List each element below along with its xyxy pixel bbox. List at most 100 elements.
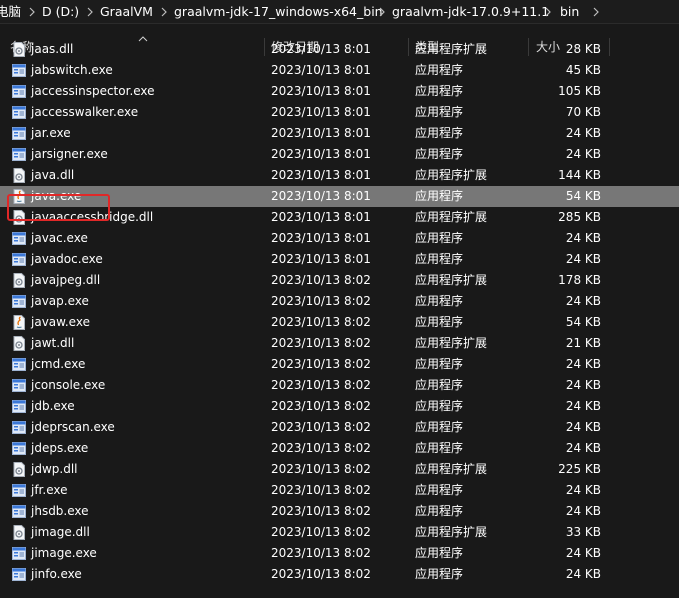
exe-file-icon (12, 504, 26, 519)
file-name[interactable]: javajpeg.dll (31, 270, 100, 291)
file-row[interactable]: javac.exe 2023/10/13 8:01 应用程序 24 KB (0, 228, 679, 249)
file-name[interactable]: jdeprscan.exe (31, 417, 115, 438)
file-size: 21 KB (565, 336, 601, 350)
file-row[interactable]: jcmd.exe 2023/10/13 8:02 应用程序 24 KB (0, 354, 679, 375)
chevron-right-icon[interactable] (542, 5, 554, 19)
file-name[interactable]: jawt.dll (31, 333, 74, 354)
file-type: 应用程序 (415, 189, 464, 203)
file-size: 105 KB (558, 84, 601, 98)
breadcrumb-item[interactable]: graalvm-jdk-17_windows-x64_bin (174, 3, 383, 21)
file-row[interactable]: jhsdb.exe 2023/10/13 8:02 应用程序 24 KB (0, 501, 679, 522)
file-name[interactable]: jaccesswalker.exe (31, 102, 138, 123)
file-modified: 2023/10/13 8:02 (271, 357, 371, 371)
file-name[interactable]: javaw.exe (31, 312, 90, 333)
chevron-right-icon[interactable] (84, 5, 96, 19)
highlight-box (7, 194, 110, 221)
file-row[interactable]: javap.exe 2023/10/13 8:02 应用程序 24 KB (0, 291, 679, 312)
file-row[interactable]: jimage.dll 2023/10/13 8:02 应用程序扩展 33 KB (0, 522, 679, 543)
file-row[interactable]: javadoc.exe 2023/10/13 8:01 应用程序 24 KB (0, 249, 679, 270)
file-name[interactable]: javac.exe (31, 228, 88, 249)
file-type: 应用程序 (415, 420, 464, 434)
file-row[interactable]: jaas.dll 2023/10/13 8:01 应用程序扩展 28 KB (0, 39, 679, 60)
file-modified: 2023/10/13 8:02 (271, 294, 371, 308)
file-row[interactable]: jfr.exe 2023/10/13 8:02 应用程序 24 KB (0, 480, 679, 501)
file-size: 33 KB (565, 525, 601, 539)
file-type: 应用程序扩展 (415, 168, 488, 182)
chevron-right-icon[interactable] (158, 5, 170, 19)
chevron-right-icon[interactable] (26, 5, 38, 19)
dll-file-icon (12, 168, 26, 183)
breadcrumb-item[interactable]: graalvm-jdk-17.0.9+11.1 (392, 3, 549, 21)
file-row[interactable]: jarsigner.exe 2023/10/13 8:01 应用程序 24 KB (0, 144, 679, 165)
file-row[interactable]: jdeprscan.exe 2023/10/13 8:02 应用程序 24 KB (0, 417, 679, 438)
file-name[interactable]: jarsigner.exe (31, 144, 108, 165)
file-type: 应用程序 (415, 483, 464, 497)
file-size: 24 KB (565, 357, 601, 371)
file-row[interactable]: javaw.exe 2023/10/13 8:02 应用程序 54 KB (0, 312, 679, 333)
breadcrumb-item[interactable]: GraalVM (100, 3, 153, 21)
file-type: 应用程序 (415, 147, 464, 161)
file-row[interactable]: jaccessinspector.exe 2023/10/13 8:01 应用程序 1… (0, 81, 679, 102)
file-row[interactable]: jawt.dll 2023/10/13 8:02 应用程序扩展 21 KB (0, 333, 679, 354)
file-name[interactable]: jaas.dll (31, 39, 73, 60)
exe-file-icon (12, 63, 26, 78)
file-name[interactable]: jdwp.dll (31, 459, 77, 480)
file-row[interactable]: jdb.exe 2023/10/13 8:02 应用程序 24 KB (0, 396, 679, 417)
file-name[interactable]: jabswitch.exe (31, 60, 113, 81)
exe-file-icon (12, 105, 26, 120)
file-name[interactable]: javadoc.exe (31, 249, 103, 270)
file-row[interactable]: jdeps.exe 2023/10/13 8:02 应用程序 24 KB (0, 438, 679, 459)
file-row[interactable]: jimage.exe 2023/10/13 8:02 应用程序 24 KB (0, 543, 679, 564)
file-type: 应用程序 (415, 315, 464, 329)
file-modified: 2023/10/13 8:01 (271, 105, 371, 119)
file-size: 285 KB (558, 210, 601, 224)
file-size: 24 KB (565, 483, 601, 497)
chevron-right-icon[interactable] (590, 5, 602, 19)
file-name[interactable]: jfr.exe (31, 480, 68, 501)
exe-file-icon (12, 294, 26, 309)
chevron-right-icon[interactable] (376, 5, 388, 19)
breadcrumb-item-current[interactable]: bin (560, 3, 579, 21)
breadcrumb-item[interactable]: 电脑 (0, 3, 21, 21)
file-size: 225 KB (558, 462, 601, 476)
file-row[interactable]: jaccesswalker.exe 2023/10/13 8:01 应用程序 70 K… (0, 102, 679, 123)
file-row[interactable]: java.dll 2023/10/13 8:01 应用程序扩展 144 KB (0, 165, 679, 186)
file-name[interactable]: javap.exe (31, 291, 89, 312)
file-name[interactable]: jdb.exe (31, 396, 75, 417)
breadcrumb-item[interactable]: D (D:) (42, 3, 79, 21)
file-size: 144 KB (558, 168, 601, 182)
file-name[interactable]: jinfo.exe (31, 564, 82, 585)
exe-file-icon (12, 441, 26, 456)
exe-file-icon (12, 567, 26, 582)
file-type: 应用程序扩展 (415, 273, 488, 287)
file-row[interactable]: jabswitch.exe 2023/10/13 8:01 应用程序 45 KB (0, 60, 679, 81)
address-bar[interactable]: 电脑 D (D:) GraalVM graalvm-jdk-17_windows… (0, 0, 679, 24)
file-modified: 2023/10/13 8:02 (271, 567, 371, 581)
dll-file-icon (12, 462, 26, 477)
file-name[interactable]: jaccessinspector.exe (31, 81, 155, 102)
file-type: 应用程序扩展 (415, 336, 488, 350)
file-name[interactable]: jhsdb.exe (31, 501, 89, 522)
file-row[interactable]: jconsole.exe 2023/10/13 8:02 应用程序 24 KB (0, 375, 679, 396)
file-modified: 2023/10/13 8:02 (271, 462, 371, 476)
file-modified: 2023/10/13 8:02 (271, 483, 371, 497)
file-name[interactable]: jcmd.exe (31, 354, 85, 375)
dll-file-icon (12, 42, 26, 57)
file-row[interactable]: jinfo.exe 2023/10/13 8:02 应用程序 24 KB (0, 564, 679, 585)
file-size: 28 KB (565, 42, 601, 56)
file-name[interactable]: jdeps.exe (31, 438, 88, 459)
file-row[interactable]: jdwp.dll 2023/10/13 8:02 应用程序扩展 225 KB (0, 459, 679, 480)
file-name[interactable]: java.dll (31, 165, 74, 186)
file-name[interactable]: jconsole.exe (31, 375, 105, 396)
file-row[interactable]: javajpeg.dll 2023/10/13 8:02 应用程序扩展 178 KB (0, 270, 679, 291)
file-name[interactable]: jimage.dll (31, 522, 90, 543)
exe-file-icon (12, 231, 26, 246)
file-name[interactable]: jar.exe (31, 123, 71, 144)
file-modified: 2023/10/13 8:01 (271, 252, 371, 266)
file-row[interactable]: jar.exe 2023/10/13 8:01 应用程序 24 KB (0, 123, 679, 144)
exe-file-icon (12, 126, 26, 141)
file-name[interactable]: jimage.exe (31, 543, 97, 564)
file-type: 应用程序 (415, 357, 464, 371)
file-modified: 2023/10/13 8:02 (271, 525, 371, 539)
exe-file-icon (12, 420, 26, 435)
